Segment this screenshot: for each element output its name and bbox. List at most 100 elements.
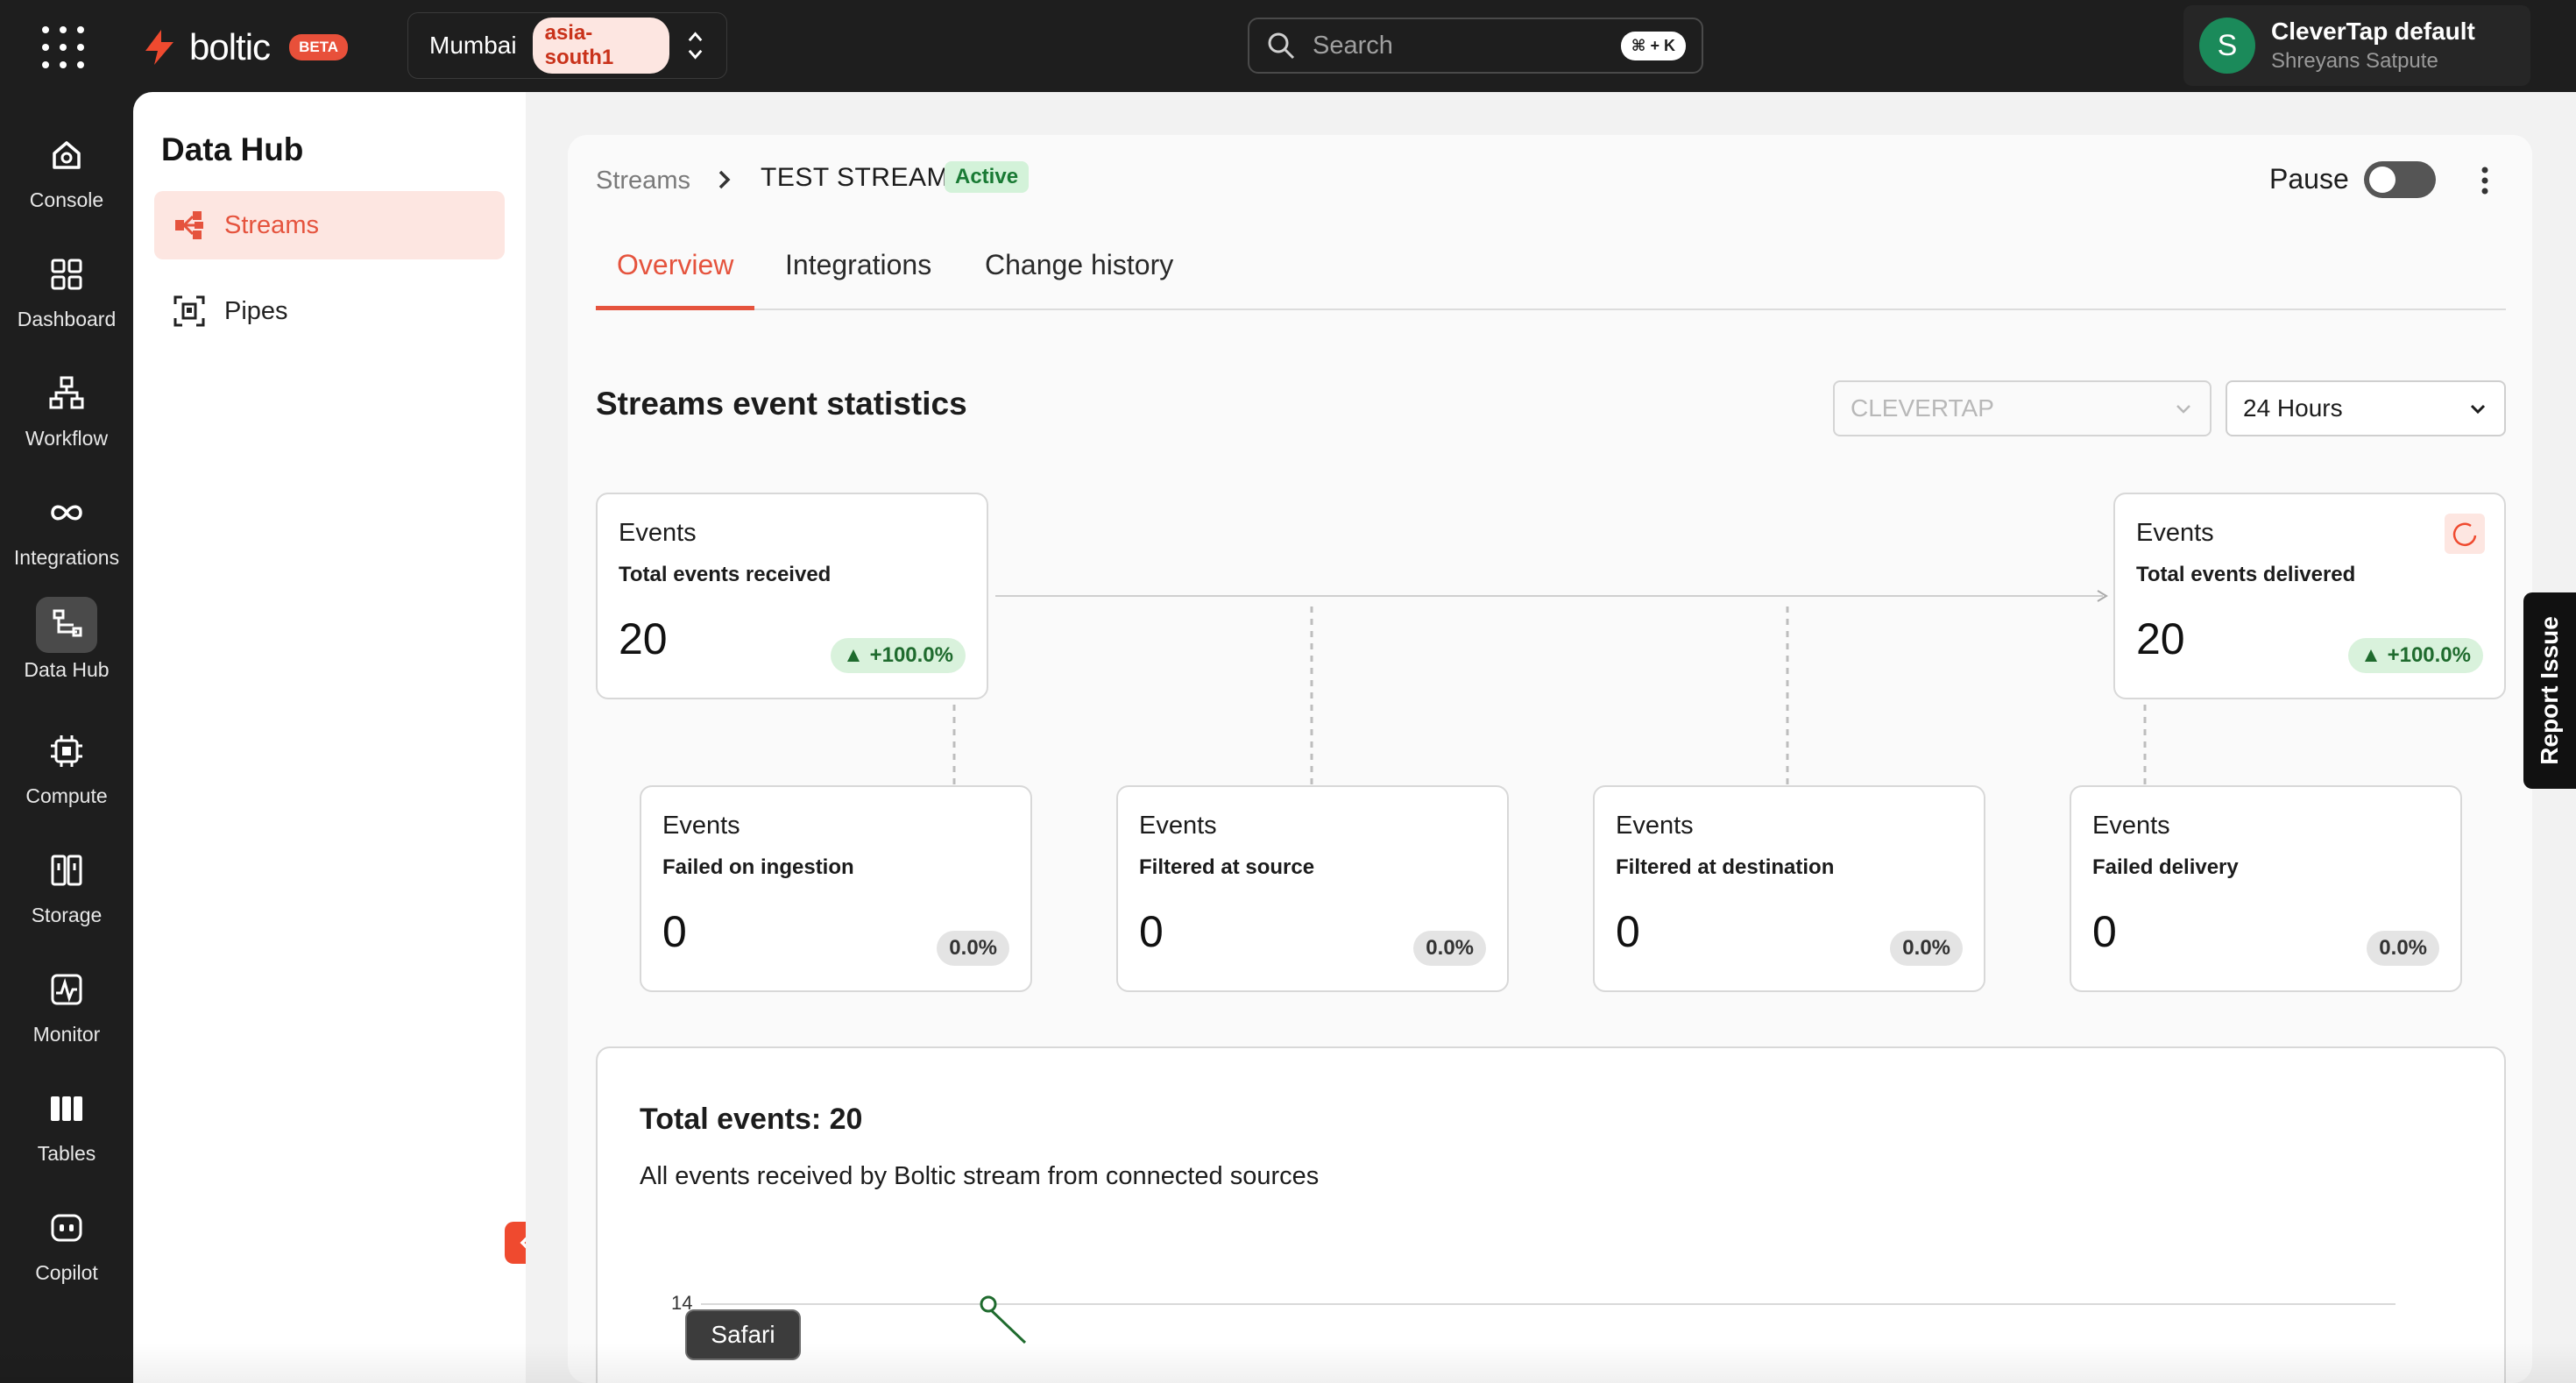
stat-description: Filtered at source — [1139, 855, 1315, 879]
brand-name: boltic — [189, 26, 271, 67]
stat-kind: Events — [1139, 812, 1217, 840]
stat-change-badge: 0.0% — [1413, 931, 1486, 966]
rail-label: Tables — [37, 1142, 96, 1165]
stat-kind: Events — [1616, 812, 1694, 840]
bolt-logo-icon — [145, 30, 173, 65]
rail-label: Workflow — [25, 427, 109, 450]
boltic-logo[interactable]: boltic BETA — [138, 23, 349, 72]
stat-card-filtered-destination: Events Filtered at destination 0 0.0% — [1593, 785, 1985, 992]
rail-label: Integrations — [13, 546, 120, 569]
streams-icon — [175, 211, 203, 239]
tables-icon — [36, 1081, 97, 1137]
status-badge: Active — [945, 161, 1030, 193]
rail-label: Data Hub — [24, 658, 110, 681]
beta-badge: BETA — [289, 34, 349, 60]
tab-overview[interactable]: Overview — [596, 249, 755, 310]
stat-kind: Events — [2136, 519, 2214, 547]
stat-change-badge: 0.0% — [2367, 931, 2439, 966]
chevron-down-icon — [2470, 404, 2486, 415]
region-selector[interactable]: Mumbai asia-south1 — [407, 12, 727, 79]
chevron-down-icon — [2176, 405, 2190, 414]
stat-description: Failed on ingestion — [662, 855, 854, 879]
stat-value: 0 — [1139, 907, 1164, 956]
pause-label: Pause — [2269, 163, 2349, 195]
triangle-up-icon: ▲ — [843, 643, 870, 667]
rail-label: Storage — [31, 904, 103, 926]
rail-item-dashboard[interactable]: Dashboard — [0, 246, 133, 351]
stat-card-received: Events Total events received 20 ▲ +100.0… — [596, 493, 988, 699]
breadcrumb-current: TEST STREAM — [761, 163, 949, 192]
region-name: Mumbai — [429, 32, 517, 59]
region-code-badge: asia-south1 — [532, 18, 669, 74]
tab-change-history[interactable]: Change history — [964, 249, 1194, 310]
dock-shadow — [0, 1343, 2576, 1383]
account-switcher[interactable]: S CleverTap default Shreyans Satpute — [2183, 5, 2530, 86]
account-org-name: CleverTap default — [2271, 18, 2475, 45]
stat-value: 0 — [662, 907, 687, 956]
rail-item-compute[interactable]: Compute — [0, 723, 133, 828]
chevron-right-icon — [718, 170, 731, 189]
account-user-name: Shreyans Satpute — [2271, 49, 2438, 73]
rail-item-storage[interactable]: Storage — [0, 842, 133, 947]
rail-label: Dashboard — [17, 308, 117, 330]
tab-bar: Overview Integrations Change history — [596, 238, 2506, 310]
data-point[interactable] — [980, 1295, 997, 1313]
time-range-value: 24 Hours — [2243, 394, 2343, 422]
stat-change-badge: 0.0% — [937, 931, 1009, 966]
rail-item-monitor[interactable]: Monitor — [0, 961, 133, 1067]
search-shortcut-hint: ⌘ + K — [1620, 31, 1686, 60]
chevron-up-down-icon — [688, 32, 703, 60]
rail-item-data-hub[interactable]: Data Hub — [0, 597, 133, 702]
stat-card-filtered-source: Events Filtered at source 0 0.0% — [1116, 785, 1509, 992]
rail-item-copilot[interactable]: Copilot — [0, 1200, 133, 1305]
stat-description: Total events received — [619, 563, 832, 586]
rail-label: Console — [29, 188, 104, 211]
chip-icon — [36, 723, 97, 779]
stat-kind: Events — [619, 519, 697, 547]
nav-item-streams[interactable]: Streams — [154, 191, 505, 259]
app-launcher-icon[interactable] — [42, 26, 84, 68]
grid-icon — [36, 246, 97, 302]
pause-toggle[interactable] — [2364, 161, 2436, 198]
search-icon — [1268, 32, 1295, 60]
nav-item-pipes[interactable]: Pipes — [154, 277, 505, 345]
rail-item-workflow[interactable]: Workflow — [0, 365, 133, 471]
stat-card-failed-delivery: Events Failed delivery 0 0.0% — [2070, 785, 2462, 992]
stat-kind: Events — [2092, 812, 2170, 840]
total-events-title: Total events: 20 — [640, 1103, 863, 1136]
stat-change-badge: 0.0% — [1890, 931, 1963, 966]
stat-description: Total events delivered — [2136, 563, 2356, 586]
stat-value: 0 — [1616, 907, 1640, 956]
search-input[interactable]: Search ⌘ + K — [1248, 18, 1703, 74]
rail-label: Monitor — [32, 1023, 101, 1046]
series-line — [987, 1306, 1027, 1344]
nav-item-label: Streams — [224, 210, 319, 239]
source-select[interactable]: CLEVERTAP — [1833, 380, 2212, 436]
storage-icon — [36, 842, 97, 898]
breadcrumb-streams-link[interactable]: Streams — [596, 167, 690, 195]
time-range-select[interactable]: 24 Hours — [2226, 380, 2506, 436]
pipes-icon — [173, 295, 205, 327]
rail-item-tables[interactable]: Tables — [0, 1081, 133, 1186]
workflow-icon — [36, 365, 97, 422]
copilot-icon — [36, 1200, 97, 1256]
stat-change-badge: ▲ +100.0% — [2348, 638, 2483, 673]
search-placeholder: Search — [1313, 31, 1393, 60]
more-vertical-icon[interactable] — [2471, 163, 2499, 198]
stat-card-failed-ingestion: Events Failed on ingestion 0 0.0% — [640, 785, 1032, 992]
panel-title: Data Hub — [161, 131, 304, 167]
nav-item-label: Pipes — [224, 296, 288, 325]
section-title: Streams event statistics — [596, 386, 967, 422]
report-issue-button[interactable]: Report Issue — [2523, 592, 2576, 789]
rail-item-integrations[interactable]: Integrations — [0, 485, 133, 590]
stat-description: Filtered at destination — [1616, 855, 1835, 879]
triangle-up-icon: ▲ — [2360, 643, 2388, 667]
pulse-icon — [36, 961, 97, 1018]
dock-tooltip-label: Safari — [711, 1321, 775, 1348]
stat-card-delivered: Events Total events delivered 20 ▲ +100.… — [2113, 493, 2506, 699]
rail-label: Compute — [25, 784, 108, 807]
stat-value: 20 — [619, 614, 668, 663]
tab-integrations[interactable]: Integrations — [764, 249, 952, 310]
total-events-subtitle: All events received by Boltic stream fro… — [640, 1162, 1320, 1190]
rail-item-console[interactable]: Console — [0, 127, 133, 232]
